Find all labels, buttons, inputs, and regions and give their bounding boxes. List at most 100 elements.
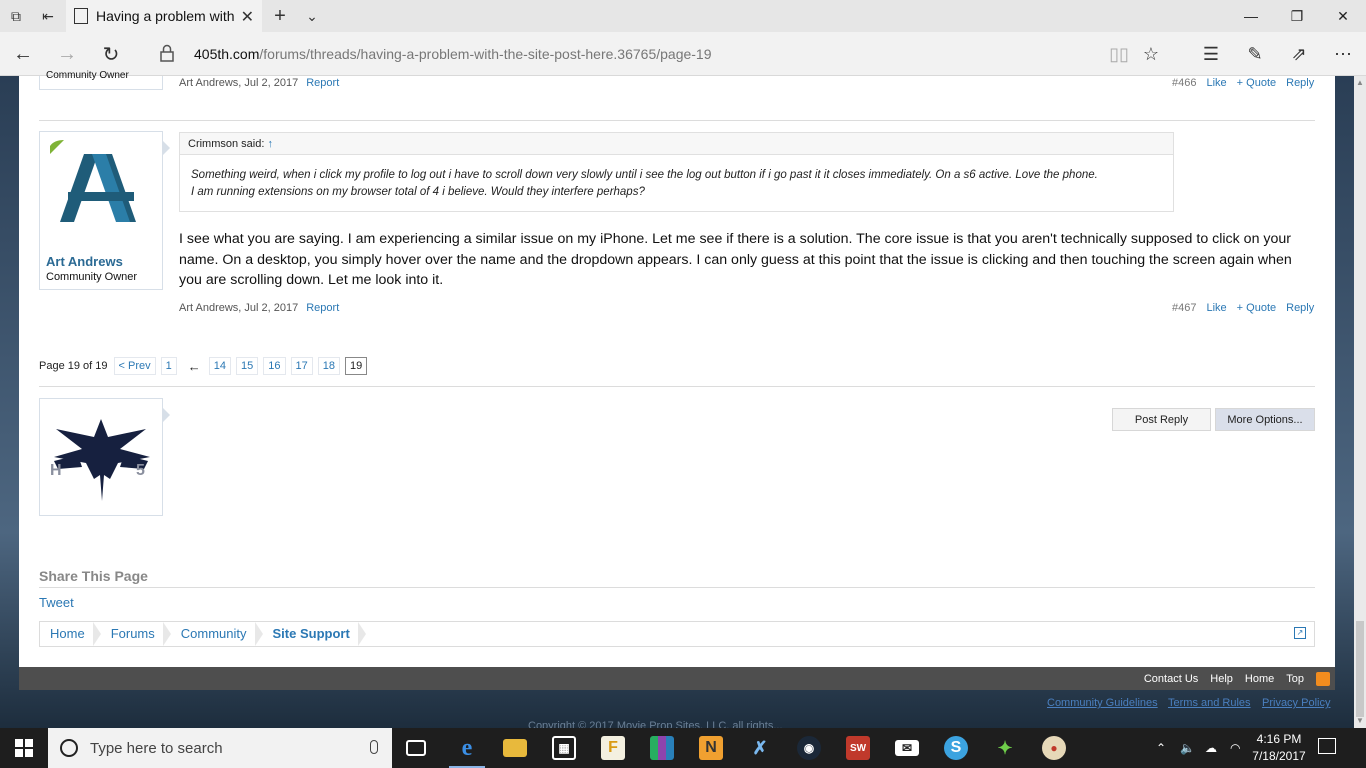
reading-view-icon[interactable]: ▯▯ bbox=[1106, 42, 1132, 66]
reply-link[interactable]: Reply bbox=[1286, 302, 1314, 314]
report-link[interactable]: Report bbox=[306, 302, 339, 314]
minimize-icon[interactable]: — bbox=[1228, 0, 1274, 32]
app-s-icon[interactable]: S bbox=[932, 728, 980, 768]
post-number[interactable]: #466 bbox=[1172, 77, 1196, 89]
post-reply-button[interactable]: Post Reply bbox=[1112, 408, 1211, 431]
page-link[interactable]: 18 bbox=[317, 357, 340, 375]
footer-bar: Contact Us Help Home Top bbox=[19, 667, 1335, 690]
web-note-icon[interactable]: ✎ bbox=[1242, 42, 1268, 66]
page-link[interactable]: 15 bbox=[236, 357, 259, 375]
paint-icon[interactable]: ● bbox=[1030, 728, 1078, 768]
back-icon[interactable]: ← bbox=[8, 40, 38, 68]
post-meta-466: Art Andrews, Jul 2, 2017 Report bbox=[179, 77, 339, 89]
share-icon[interactable]: ⇗ bbox=[1286, 42, 1312, 66]
mail-icon[interactable]: ✉ bbox=[883, 728, 931, 768]
share-title: Share This Page bbox=[39, 568, 148, 584]
show-hidden-icons-icon[interactable]: ⌃ bbox=[1156, 728, 1166, 768]
halo-5-avatar[interactable]: H5 bbox=[48, 415, 154, 503]
like-link[interactable]: Like bbox=[1206, 77, 1226, 89]
microphone-icon[interactable] bbox=[370, 740, 378, 754]
action-center-icon[interactable] bbox=[1318, 738, 1336, 754]
post-meta-467: Art Andrews, Jul 2, 2017 Report bbox=[179, 302, 339, 314]
favorite-star-icon[interactable]: ☆ bbox=[1138, 42, 1164, 66]
quote-line: I am running extensions on my browser to… bbox=[191, 186, 645, 198]
page-link[interactable]: 14 bbox=[208, 357, 231, 375]
page-link[interactable]: 1 bbox=[160, 357, 177, 375]
taskbar-clock[interactable]: 4:16 PM 7/18/2017 bbox=[1246, 731, 1312, 765]
restore-icon[interactable]: ❐ bbox=[1274, 0, 1320, 32]
hub-icon[interactable]: ☰ bbox=[1198, 42, 1224, 66]
quote-jump-icon[interactable]: ↑ bbox=[267, 138, 273, 150]
breadcrumb-home[interactable]: Home bbox=[40, 622, 101, 646]
task-view-icon[interactable] bbox=[392, 728, 440, 768]
username[interactable]: Art Andrews bbox=[46, 254, 123, 269]
app-bars-icon[interactable] bbox=[638, 728, 686, 768]
more-icon[interactable]: ⋯ bbox=[1330, 42, 1356, 66]
app-n-icon[interactable]: N bbox=[687, 728, 735, 768]
community-guidelines-link[interactable]: Community Guidelines bbox=[1047, 697, 1158, 709]
user-info-nub bbox=[162, 140, 170, 156]
rss-icon[interactable] bbox=[1316, 671, 1330, 686]
post-separator bbox=[39, 120, 1315, 121]
avatar[interactable] bbox=[58, 154, 140, 224]
steam-icon[interactable]: ◉ bbox=[785, 728, 833, 768]
post-number[interactable]: #467 bbox=[1172, 302, 1196, 314]
breadcrumb-community[interactable]: Community bbox=[171, 622, 263, 646]
app-wrench-icon[interactable]: ✗ bbox=[736, 728, 784, 768]
breadcrumb-site-support[interactable]: Site Support bbox=[263, 622, 367, 646]
taskbar-search[interactable]: Type here to search bbox=[48, 728, 392, 768]
terms-link[interactable]: Terms and Rules bbox=[1168, 697, 1251, 709]
cortana-icon bbox=[60, 739, 78, 757]
page-link[interactable]: 17 bbox=[290, 357, 313, 375]
tabs-aside-icon[interactable]: ⇤ bbox=[38, 6, 58, 26]
start-button[interactable] bbox=[0, 728, 48, 768]
scroll-thumb[interactable] bbox=[1356, 621, 1364, 717]
like-link[interactable]: Like bbox=[1206, 302, 1226, 314]
svg-text:5: 5 bbox=[136, 462, 145, 479]
tweet-button[interactable]: Tweet bbox=[39, 595, 74, 610]
store-icon[interactable]: ▦ bbox=[540, 728, 588, 768]
reply-link[interactable]: Reply bbox=[1286, 77, 1314, 89]
report-link[interactable]: Report bbox=[306, 77, 339, 89]
windows-logo-icon bbox=[15, 739, 33, 757]
solidworks-icon[interactable]: SW bbox=[834, 728, 882, 768]
file-explorer-icon[interactable] bbox=[491, 728, 539, 768]
window-close-icon[interactable]: ✕ bbox=[1320, 0, 1366, 32]
page-link[interactable]: 16 bbox=[263, 357, 286, 375]
wifi-icon[interactable]: ◠ bbox=[1230, 728, 1240, 768]
privacy-link[interactable]: Privacy Policy bbox=[1262, 697, 1330, 709]
url-field[interactable]: 405th.com/forums/threads/having-a-proble… bbox=[194, 46, 712, 62]
more-options-button[interactable]: More Options... bbox=[1215, 408, 1315, 431]
breadcrumb-forums[interactable]: Forums bbox=[101, 622, 171, 646]
prev-page-link[interactable]: < Prev bbox=[113, 357, 156, 375]
page-scrollbar[interactable]: ▲ ▼ bbox=[1354, 76, 1366, 728]
onedrive-icon[interactable]: ☁ bbox=[1205, 728, 1217, 768]
scroll-up-icon[interactable]: ▲ bbox=[1354, 78, 1366, 87]
tab-preview-chevron-icon[interactable]: ⌄ bbox=[302, 6, 322, 26]
quote-block: Crimmson said: ↑ Something weird, when i… bbox=[179, 132, 1174, 212]
author-date: Art Andrews, Jul 2, 2017 bbox=[179, 77, 299, 89]
new-tab-icon[interactable]: + bbox=[270, 5, 290, 27]
jump-menu-icon[interactable]: ↗ bbox=[1294, 627, 1306, 639]
edge-icon[interactable]: e bbox=[443, 728, 491, 768]
post-body: I see what you are saying. I am experien… bbox=[179, 231, 1292, 288]
app-plant-icon[interactable]: ✦ bbox=[981, 728, 1029, 768]
footer-help-link[interactable]: Help bbox=[1210, 673, 1233, 685]
footer-contact-link[interactable]: Contact Us bbox=[1144, 673, 1198, 685]
refresh-icon[interactable]: ↻ bbox=[96, 40, 126, 68]
tab-close-icon[interactable]: ✕ bbox=[241, 7, 254, 27]
page-label: Page 19 of 19 bbox=[39, 360, 108, 372]
user-title: Community Owner bbox=[46, 271, 138, 283]
scroll-down-icon[interactable]: ▼ bbox=[1354, 716, 1366, 725]
tab-manager-icon[interactable]: ⧉ bbox=[6, 6, 26, 26]
page-jump-icon[interactable]: ← bbox=[188, 359, 201, 374]
app-f-icon[interactable]: F bbox=[589, 728, 637, 768]
quote-link[interactable]: + Quote bbox=[1237, 302, 1276, 314]
section-separator bbox=[39, 386, 1315, 387]
footer-home-link[interactable]: Home bbox=[1245, 673, 1274, 685]
volume-icon[interactable]: 🔈 bbox=[1180, 728, 1195, 768]
browser-tab[interactable]: Having a problem with th ✕ bbox=[66, 0, 262, 32]
forward-icon[interactable]: → bbox=[52, 40, 82, 68]
footer-top-link[interactable]: Top bbox=[1286, 673, 1304, 685]
quote-link[interactable]: + Quote bbox=[1237, 77, 1276, 89]
